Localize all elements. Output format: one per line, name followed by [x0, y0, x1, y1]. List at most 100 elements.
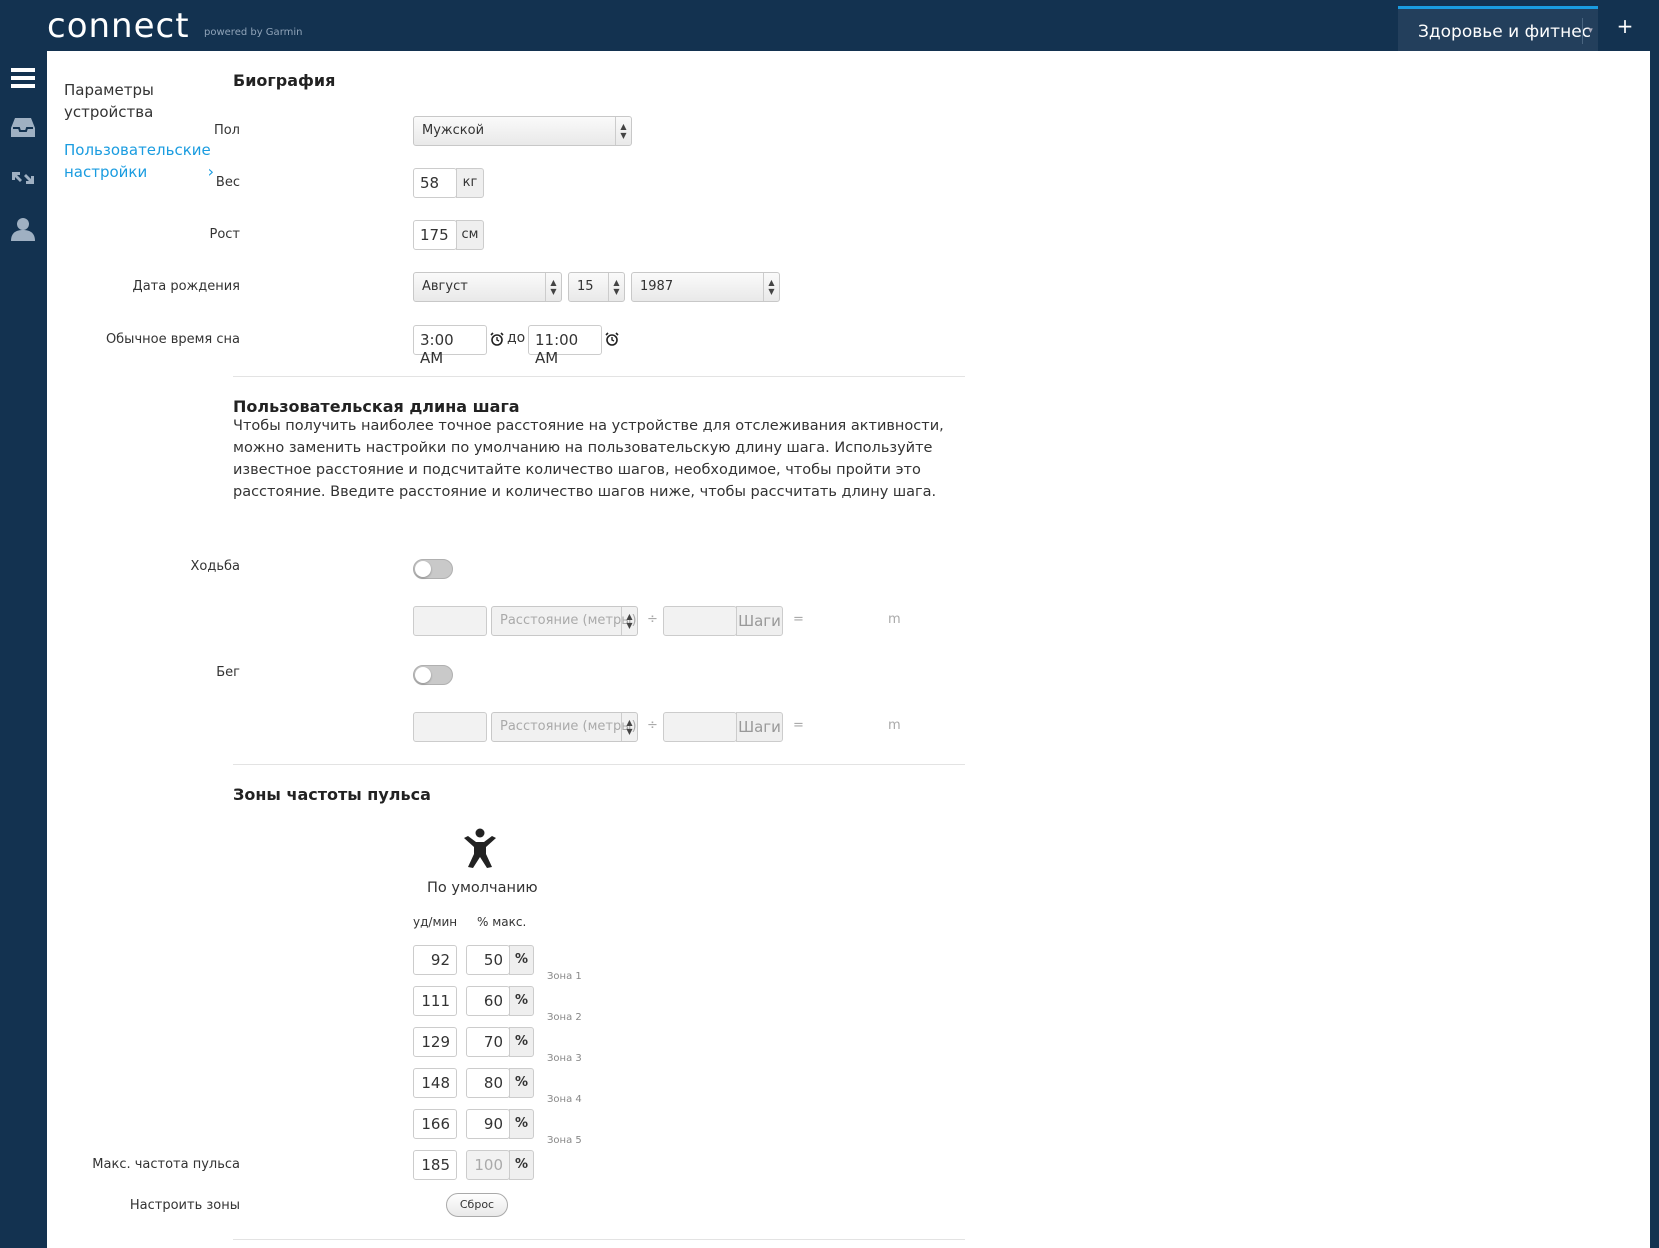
percent-addon: %	[509, 1109, 534, 1139]
section-title-hr: Зоны частоты пульса	[233, 785, 431, 804]
birth-day-value: 15	[577, 279, 594, 294]
user-icon[interactable]	[10, 216, 36, 242]
zone-1-pct[interactable]: 50	[466, 945, 510, 975]
zone-1-label: Зона 1	[547, 971, 582, 982]
max-hr-pct: 100	[466, 1150, 510, 1180]
zone-4-pct[interactable]: 80	[466, 1068, 510, 1098]
run-steps-addon: Шаги	[736, 712, 783, 742]
run-distance-unit-select[interactable]: Расстояние (метры) ▲ ▼	[491, 712, 638, 742]
gender-value: Мужской	[422, 123, 485, 138]
zone-5-bpm[interactable]: 166	[413, 1109, 457, 1139]
main-content: Параметры устройства Пользовательские на…	[47, 51, 1650, 1248]
divide-sign: ÷	[647, 612, 658, 627]
height-input[interactable]: 175	[413, 220, 457, 250]
percent-addon: %	[509, 1150, 534, 1180]
select-arrows-icon: ▲ ▼	[621, 607, 637, 635]
walk-toggle[interactable]	[413, 559, 453, 579]
equals-sign: =	[793, 612, 804, 627]
section-title-bio: Биография	[233, 71, 336, 90]
alarm-clock-icon[interactable]	[605, 332, 619, 346]
birth-day-select[interactable]: 15 ▲ ▼	[568, 272, 625, 302]
inbox-icon[interactable]	[10, 114, 36, 140]
person-icon	[464, 828, 496, 868]
walk-steps-input[interactable]	[663, 606, 737, 636]
gender-label: Пол	[213, 123, 240, 138]
zone-2-pct[interactable]: 60	[466, 986, 510, 1016]
divider	[233, 1239, 965, 1240]
toggle-knob	[415, 667, 431, 683]
run-steps-input[interactable]	[663, 712, 737, 742]
divider	[233, 764, 965, 765]
zone-4-label: Зона 4	[547, 1094, 582, 1105]
weight-unit: кг	[456, 168, 484, 198]
percent-addon: %	[509, 1068, 534, 1098]
percent-addon: %	[509, 945, 534, 975]
birth-month-value: Август	[422, 279, 468, 294]
zone-2-bpm[interactable]: 111	[413, 986, 457, 1016]
percent-addon: %	[509, 1027, 534, 1057]
connect-logo[interactable]: connect	[47, 6, 190, 46]
stride-description: Чтобы получить наиболее точное расстояни…	[233, 418, 944, 500]
zone-3-bpm[interactable]: 129	[413, 1027, 457, 1057]
zone-3-label: Зона 3	[547, 1053, 582, 1064]
run-distance-placeholder: Расстояние (метры)	[500, 719, 637, 734]
percent-addon: %	[509, 986, 534, 1016]
weight-input[interactable]: 58	[413, 168, 457, 198]
run-toggle[interactable]	[413, 665, 453, 685]
zone-5-pct[interactable]: 90	[466, 1109, 510, 1139]
zone-2-label: Зона 2	[547, 1012, 582, 1023]
app-switcher[interactable]: Здоровье и фитнес ▾	[1398, 6, 1598, 51]
hr-profile-name: По умолчанию	[427, 880, 538, 896]
select-arrows-icon: ▲ ▼	[763, 273, 779, 301]
select-arrows-icon: ▲ ▼	[545, 273, 561, 301]
top-bar: connect powered by Garmin Здоровье и фит…	[0, 0, 1659, 51]
divider	[233, 376, 965, 377]
run-result-unit: m	[888, 718, 901, 733]
zone-1-bpm[interactable]: 92	[413, 945, 457, 975]
scrollbar[interactable]	[1650, 51, 1659, 1248]
sleep-to-input[interactable]: 11:00 AM	[528, 325, 602, 367]
sleep-from-input[interactable]: 3:00 AM	[413, 325, 487, 367]
zone-3-pct[interactable]: 70	[466, 1027, 510, 1057]
walk-distance-input[interactable]	[413, 606, 487, 636]
walk-steps-addon: Шаги	[736, 606, 783, 636]
run-distance-input[interactable]	[413, 712, 487, 742]
toggle-knob	[415, 561, 431, 577]
connections-icon[interactable]	[10, 165, 36, 191]
menu-icon[interactable]	[10, 65, 36, 91]
height-label: Рост	[209, 227, 240, 242]
sleep-to-word: до	[507, 330, 526, 346]
birthdate-label: Дата рождения	[132, 279, 240, 294]
select-arrows-icon: ▲ ▼	[621, 713, 637, 741]
walk-distance-placeholder: Расстояние (метры)	[500, 613, 637, 628]
walk-result-unit: m	[888, 612, 901, 627]
hr-col-bpm: уд/мин	[413, 915, 458, 929]
sleep-time-label: Обычное время сна	[105, 332, 240, 347]
birth-month-select[interactable]: Август ▲ ▼	[413, 272, 562, 302]
walk-label: Ходьба	[190, 559, 241, 574]
reset-button[interactable]: Сброс	[446, 1193, 508, 1217]
alarm-clock-icon[interactable]	[490, 332, 504, 346]
height-unit: см	[456, 220, 484, 250]
weight-label: Вес	[215, 175, 240, 190]
equals-sign: =	[793, 718, 804, 733]
hr-col-pct: % макс.	[477, 915, 527, 929]
app-window: connect powered by Garmin Здоровье и фит…	[0, 0, 1659, 1248]
birth-year-select[interactable]: 1987 ▲ ▼	[631, 272, 780, 302]
subnav-device-settings[interactable]: Параметры устройства	[64, 79, 204, 123]
section-title-stride: Пользовательская длина шага	[233, 397, 520, 416]
caret-down-icon[interactable]: ▾	[1582, 18, 1598, 44]
powered-by: powered by Garmin	[204, 27, 303, 38]
configure-zones-label: Настроить зоны	[129, 1198, 240, 1213]
zone-5-label: Зона 5	[547, 1135, 582, 1146]
select-arrows-icon: ▲ ▼	[615, 117, 631, 145]
max-hr-label: Макс. частота пульса	[92, 1157, 240, 1172]
add-button[interactable]: +	[1613, 14, 1637, 38]
max-hr-bpm[interactable]: 185	[413, 1150, 457, 1180]
gender-select[interactable]: Мужской ▲ ▼	[413, 116, 632, 146]
run-label: Бег	[216, 665, 240, 680]
walk-distance-unit-select[interactable]: Расстояние (метры) ▲ ▼	[491, 606, 638, 636]
zone-4-bpm[interactable]: 148	[413, 1068, 457, 1098]
select-arrows-icon: ▲ ▼	[608, 273, 624, 301]
birth-year-value: 1987	[640, 279, 674, 294]
